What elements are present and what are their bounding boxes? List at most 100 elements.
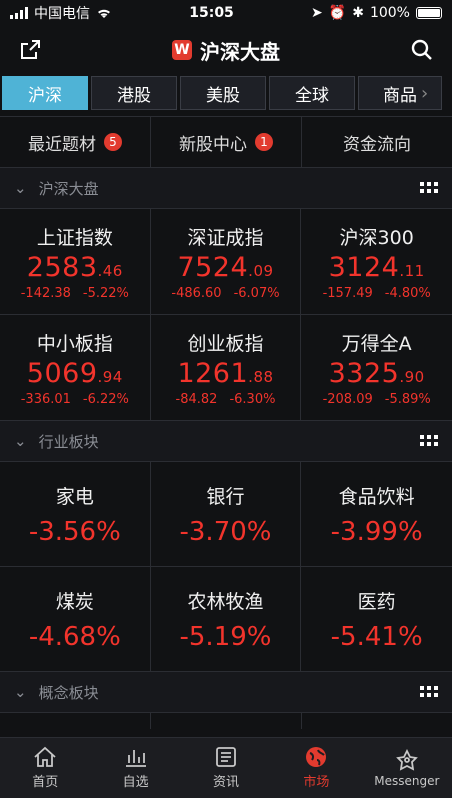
index-grid: 上证指数 2583.46 -142.38 -5.22% 深证成指 7524.09 -486.…: [0, 208, 452, 421]
section-header-market[interactable]: ⌄ 沪深大盘: [0, 168, 452, 208]
index-card[interactable]: 沪深300 3124.11 -157.49 -4.80%: [301, 209, 452, 315]
nav-bar: W 沪深大盘: [0, 26, 452, 74]
index-price-int: 3325: [328, 357, 400, 389]
home-icon: [34, 746, 56, 767]
bottom-tab-messenger[interactable]: Messenger: [362, 738, 452, 798]
industry-name: 银行: [206, 485, 245, 508]
share-icon: [21, 40, 40, 59]
bottom-tab-watchlist[interactable]: 自选: [90, 738, 180, 798]
index-card[interactable]: 创业板指 1261.88 -84.82 -6.30%: [150, 315, 302, 421]
bottom-tab-label: 自选: [122, 775, 149, 790]
index-change: -157.49 -4.80%: [323, 286, 431, 301]
index-price: 7524.09: [177, 252, 273, 283]
industry-card[interactable]: 食品饮料 -3.99%: [301, 462, 452, 567]
industry-name: 农林牧渔: [187, 590, 264, 613]
industry-change-percent: -3.56%: [28, 516, 121, 547]
index-change-value: -336.01: [20, 391, 71, 407]
status-bar: 中国电信 15:05 ➤ ⏰ ✱ 100%: [0, 0, 452, 26]
tab-commodities-label: 商品: [383, 85, 417, 106]
section-header-concept[interactable]: ⌄ 概念板块: [0, 672, 452, 712]
subnav-label: 新股中心: [179, 134, 247, 155]
industry-change-percent: -5.41%: [330, 621, 423, 652]
index-change-value: -486.60: [171, 285, 222, 301]
subnav-new-stocks[interactable]: 新股中心 1: [151, 117, 302, 167]
index-price-dec: .90: [399, 367, 425, 386]
battery-icon: [415, 7, 442, 19]
subnav-label: 最近题材: [28, 134, 96, 155]
subnav-recent-topics[interactable]: 最近题材 5: [0, 117, 151, 167]
bottom-tab-label: Messenger: [374, 773, 440, 788]
index-card[interactable]: 深证成指 7524.09 -486.60 -6.07%: [150, 209, 302, 315]
bottom-tab-news[interactable]: 资讯: [181, 738, 271, 798]
section-header-industry[interactable]: ⌄ 行业板块: [0, 421, 452, 461]
search-button[interactable]: [408, 36, 436, 64]
index-change-value: -208.09: [322, 391, 373, 407]
clock: 15:05: [189, 5, 234, 21]
section-title: 沪深大盘: [38, 179, 99, 198]
index-price-dec: .09: [248, 261, 274, 280]
index-price-int: 2583: [26, 251, 98, 283]
index-card[interactable]: 中小板指 5069.94 -336.01 -6.22%: [0, 315, 151, 421]
signal-icon: [10, 7, 28, 19]
industry-card[interactable]: 家电 -3.56%: [0, 462, 151, 567]
index-price: 1261.88: [177, 358, 273, 389]
location-icon: ➤: [311, 5, 323, 21]
wifi-icon: [98, 9, 110, 18]
index-change: -486.60 -6.07%: [171, 286, 279, 301]
bottom-tab-label: 首页: [32, 775, 59, 790]
index-price: 3325.90: [329, 358, 425, 389]
concept-grid-peek: [0, 712, 452, 729]
index-change-percent: -6.30%: [229, 391, 276, 407]
alarm-icon: ⏰: [328, 5, 347, 21]
bottom-tab-label: 资讯: [213, 775, 240, 790]
tab-commodities[interactable]: 商品 ›: [358, 76, 442, 110]
industry-change-percent: -4.68%: [28, 621, 121, 652]
index-name: 上证指数: [36, 226, 113, 249]
index-card[interactable]: 上证指数 2583.46 -142.38 -5.22%: [0, 209, 151, 315]
index-card[interactable]: 万得全A 3325.90 -208.09 -5.89%: [301, 315, 452, 421]
grid-icon[interactable]: [420, 686, 438, 698]
tab-hk[interactable]: 港股: [91, 76, 177, 110]
tab-hushen[interactable]: 沪深: [2, 76, 88, 110]
index-price-dec: .94: [97, 367, 123, 386]
index-price-int: 3124: [328, 251, 400, 283]
bottom-tab-market[interactable]: 市场: [271, 738, 361, 798]
industry-card[interactable]: 煤炭 -4.68%: [0, 567, 151, 672]
bottom-tab-home[interactable]: 首页: [0, 738, 90, 798]
grid-icon[interactable]: [420, 435, 438, 447]
bottom-tab-label: 市场: [303, 775, 330, 790]
share-button[interactable]: [16, 36, 44, 64]
industry-card[interactable]: 银行 -3.70%: [150, 462, 302, 567]
index-price-int: 1261: [177, 357, 249, 389]
index-price-int: 5069: [26, 357, 98, 389]
index-price: 3124.11: [329, 252, 425, 283]
globe-icon: [306, 747, 327, 767]
messenger-icon: [395, 748, 418, 771]
section-title: 概念板块: [38, 683, 99, 702]
notification-badge: 5: [104, 133, 122, 151]
chevron-down-icon: ⌄: [14, 432, 27, 450]
index-change-percent: -6.07%: [233, 285, 280, 301]
index-change: -142.38 -5.22%: [21, 286, 129, 301]
bottom-tab-bar: 首页 自选 资讯 市场 Messenger: [0, 737, 452, 798]
index-price: 2583.46: [27, 252, 123, 283]
index-name: 沪深300: [339, 226, 414, 249]
grid-icon[interactable]: [420, 182, 438, 194]
industry-name: 食品饮料: [338, 485, 415, 508]
industry-card[interactable]: 农林牧渔 -5.19%: [150, 567, 302, 672]
subnav-fund-flow[interactable]: 资金流向: [302, 117, 452, 167]
industry-card[interactable]: 医药 -5.41%: [301, 567, 452, 672]
section-title: 行业板块: [38, 432, 99, 451]
tab-global[interactable]: 全球: [269, 76, 355, 110]
index-price-dec: .88: [248, 367, 274, 386]
index-price-dec: .11: [399, 261, 425, 280]
battery-label: 100%: [369, 5, 410, 21]
market-tabs: 沪深 港股 美股 全球 商品 ›: [0, 74, 452, 116]
index-change-percent: -5.22%: [82, 285, 129, 301]
index-change-value: -142.38: [20, 285, 71, 301]
index-change-percent: -4.80%: [384, 285, 431, 301]
tab-us[interactable]: 美股: [180, 76, 266, 110]
index-change-value: -84.82: [175, 391, 218, 407]
notification-badge: 1: [255, 133, 273, 151]
chevron-down-icon: ⌄: [14, 179, 27, 197]
